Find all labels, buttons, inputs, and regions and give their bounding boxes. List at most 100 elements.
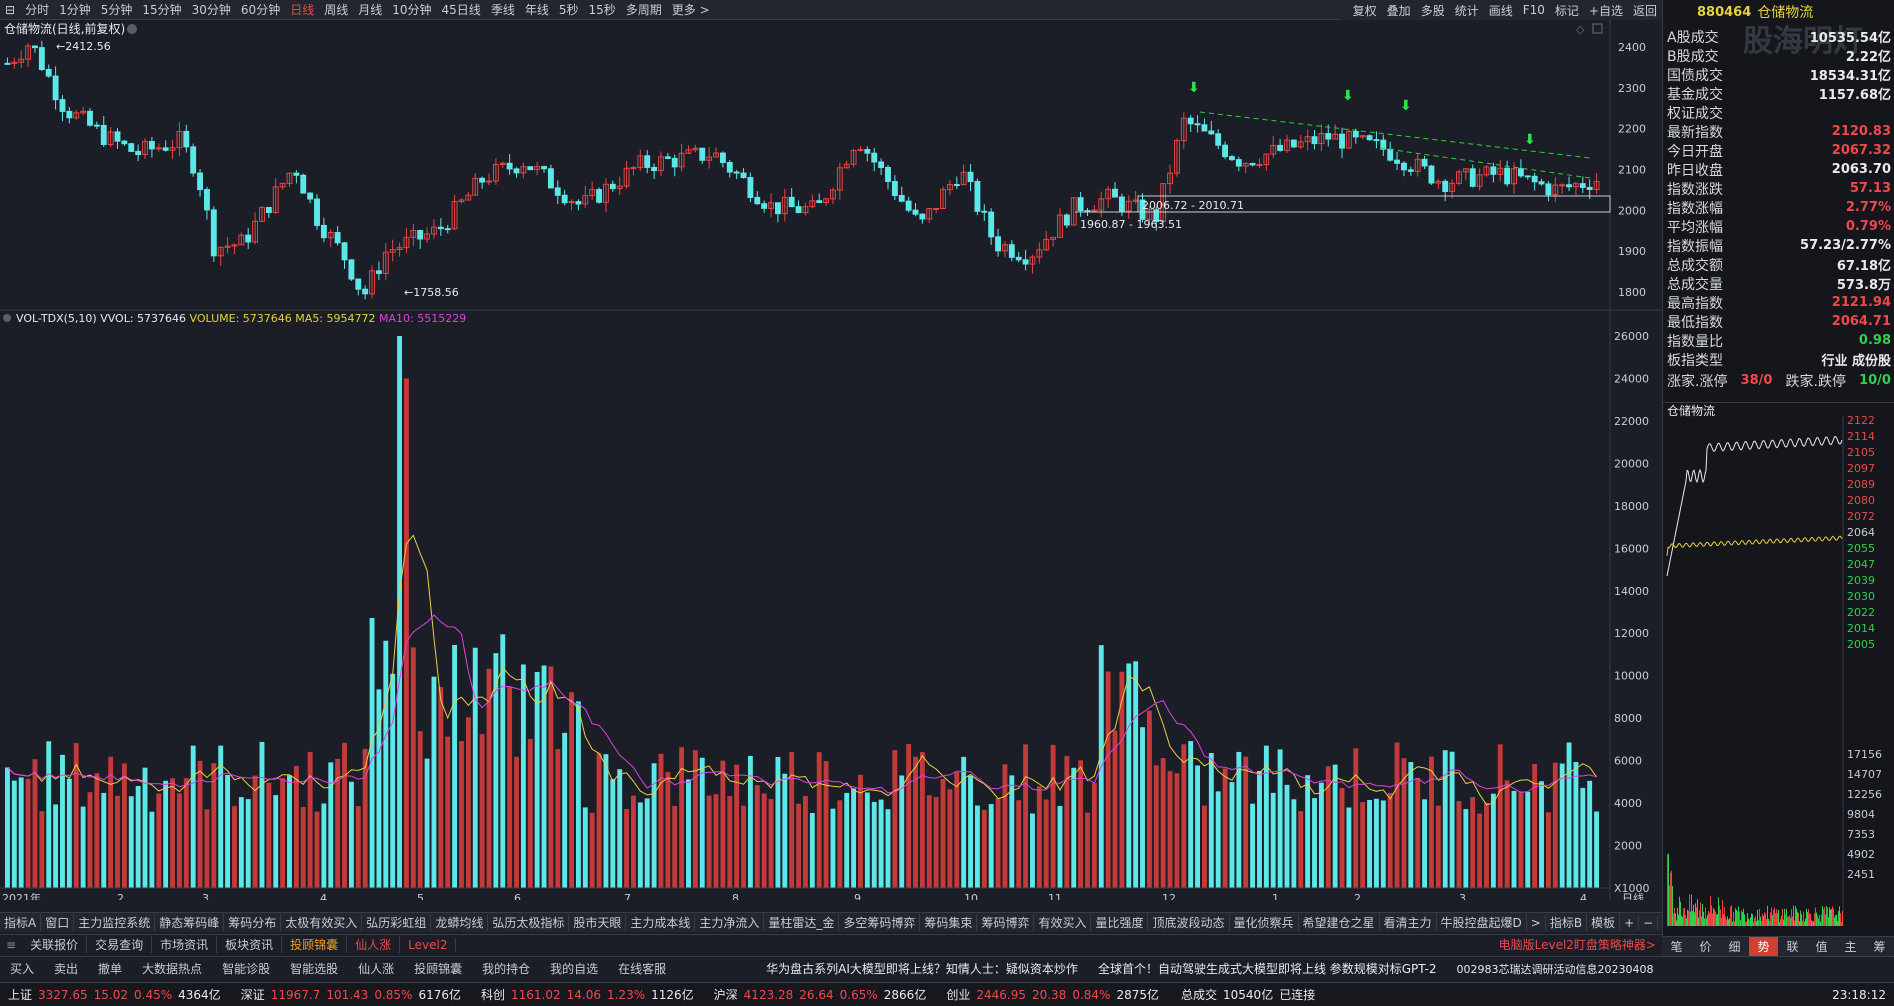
tool-button[interactable]: 标记 <box>1550 2 1584 19</box>
volume-bar <box>18 777 24 888</box>
toolbar-button[interactable]: 撤单 <box>88 960 132 977</box>
news-ticker[interactable]: 全球首个！自动驾驶生成式大模型即将上线 参数规模对标GPT-2 <box>1088 960 1447 977</box>
bottom-tab[interactable]: 市场资讯 <box>152 936 218 953</box>
settings-icon[interactable] <box>127 24 137 34</box>
period-tab[interactable]: 日线 <box>285 1 319 18</box>
indicator-tab[interactable]: + <box>1620 915 1640 930</box>
mini-vol-bar <box>1830 909 1831 926</box>
candle-body <box>891 180 898 197</box>
index-quote[interactable]: 深证 11967.7 101.43 0.85% 6176亿 <box>241 986 467 1003</box>
tool-button[interactable]: +自选 <box>1584 2 1628 19</box>
tool-button[interactable]: 统计 <box>1450 2 1484 19</box>
candle-body <box>905 200 912 211</box>
side-tab[interactable]: 细 <box>1720 937 1749 956</box>
period-tab[interactable]: 周线 <box>319 1 353 18</box>
toolbar-button[interactable]: 智能诊股 <box>212 960 280 977</box>
indicator-tab[interactable]: 多空筹码博弈 <box>839 914 921 931</box>
index-quote[interactable]: 上证 3327.65 15.02 0.45% 4364亿 <box>8 986 227 1003</box>
side-tab[interactable]: 值 <box>1807 937 1836 956</box>
period-tab[interactable]: 45日线 <box>437 1 486 18</box>
collapse-icon[interactable]: ≡ <box>0 938 22 952</box>
indicator-tab[interactable]: 指标A <box>0 914 42 931</box>
indicator-tab[interactable]: 量化侦察兵 <box>1230 914 1299 931</box>
period-tab[interactable]: 60分钟 <box>236 1 285 18</box>
bottom-tab[interactable]: Level2 <box>400 937 457 952</box>
indicator-tab[interactable]: 静态筹码峰 <box>155 914 225 931</box>
side-tab[interactable]: 笔 <box>1662 937 1691 956</box>
period-tab[interactable]: 10分钟 <box>387 1 436 18</box>
indicator-tab[interactable]: 筹码集束 <box>920 914 978 931</box>
bottom-tab[interactable]: 板块资讯 <box>217 936 283 953</box>
promo-link[interactable]: 电脑版Level2盯盘策略神器> <box>1499 936 1662 953</box>
indicator-tab[interactable]: 指标B <box>1546 914 1588 931</box>
side-tab[interactable]: 价 <box>1691 937 1720 956</box>
indicator-tab[interactable]: 顶底波段动态 <box>1148 914 1230 931</box>
period-tab[interactable]: 5分钟 <box>96 1 138 18</box>
indicator-tab[interactable]: 量柱雷达_金 <box>764 914 840 931</box>
vol-settings-icon[interactable] <box>3 314 11 322</box>
side-tab[interactable]: 主 <box>1836 937 1865 956</box>
period-tab[interactable]: 15分钟 <box>137 1 186 18</box>
toolbar-button[interactable]: 卖出 <box>44 960 88 977</box>
index-quote[interactable]: 科创 1161.02 14.06 1.23% 1126亿 <box>481 986 700 1003</box>
indicator-tab[interactable]: − <box>1639 915 1659 930</box>
period-tab[interactable]: 季线 <box>486 1 520 18</box>
toolbar-button[interactable]: 投顾锦囊 <box>404 960 472 977</box>
kline-chart[interactable]: 仓储物流(日线,前复权) ◇ 2400 2300 2200 2100 2000 1900 1… <box>0 20 1662 900</box>
indicator-tab[interactable]: 主力成本线 <box>626 914 696 931</box>
period-tab[interactable]: 多周期 <box>621 1 667 18</box>
indicator-tab[interactable]: 希望建仓之星 <box>1299 914 1380 931</box>
bottom-tab[interactable]: 交易查询 <box>87 936 153 953</box>
index-quote[interactable]: 创业 2446.95 20.38 0.84% 2875亿 <box>946 986 1165 1003</box>
period-tab[interactable]: 30分钟 <box>187 1 236 18</box>
indicator-tab[interactable]: 窗口 <box>41 914 75 931</box>
window-menu-icon[interactable]: ⊟ <box>0 3 20 17</box>
tool-button[interactable]: F10 <box>1518 3 1550 17</box>
indicator-tab[interactable]: 太极有效买入 <box>281 914 363 931</box>
period-tab[interactable]: 年线 <box>520 1 554 18</box>
tool-button[interactable]: 画线 <box>1484 2 1518 19</box>
tool-button[interactable]: 返回 <box>1628 2 1662 19</box>
toolbar-button[interactable]: 我的持仓 <box>472 960 540 977</box>
index-quote[interactable]: 沪深 4123.28 26.64 0.65% 2866亿 <box>714 986 933 1003</box>
mini-chart[interactable]: 2122 2114 2105 2097 2089 2080 2072 2064 2055 2047… <box>1663 416 1894 936</box>
indicator-tab[interactable]: 筹码博弈 <box>977 914 1035 931</box>
period-tab[interactable]: 分时 <box>20 1 54 18</box>
side-tab[interactable]: 势 <box>1749 937 1778 956</box>
bottom-tab[interactable]: 关联报价 <box>22 936 88 953</box>
tool-button[interactable]: 叠加 <box>1382 2 1416 19</box>
toolbar-button[interactable]: 大数据热点 <box>132 960 212 977</box>
toolbar-button[interactable]: 买入 <box>0 960 44 977</box>
news-ticker[interactable]: 002983芯瑞达调研活动信息20230408 <box>1446 961 1663 977</box>
indicator-tab[interactable]: > <box>1527 915 1546 930</box>
indicator-tab[interactable]: 股市天眼 <box>569 914 627 931</box>
indicator-tab[interactable]: 弘历彩虹组 <box>362 914 432 931</box>
period-tab[interactable]: 1分钟 <box>54 1 96 18</box>
period-tab[interactable]: 月线 <box>353 1 387 18</box>
indicator-tab[interactable]: 筹码分布 <box>224 914 282 931</box>
toolbar-button[interactable]: 在线客服 <box>608 960 676 977</box>
toolbar-button[interactable]: 我的自选 <box>540 960 608 977</box>
indicator-tab[interactable]: 牛股控盘起爆D <box>1437 914 1527 931</box>
indicator-tab[interactable]: 量比强度 <box>1091 914 1149 931</box>
indicator-tab[interactable]: 有效买入 <box>1034 914 1092 931</box>
period-tab[interactable]: 15秒 <box>583 1 620 18</box>
side-tab[interactable]: 筹 <box>1865 937 1894 956</box>
tool-button[interactable]: 多股 <box>1416 2 1450 19</box>
indicator-tab[interactable]: 龙蟒均线 <box>431 914 489 931</box>
indicator-tab[interactable]: 弘历太极指标 <box>488 914 570 931</box>
tool-button[interactable]: 复权 <box>1348 2 1382 19</box>
indicator-tab[interactable]: 看清主力 <box>1380 914 1437 931</box>
bottom-tab[interactable]: 仙人涨 <box>347 936 401 953</box>
indicator-tab[interactable]: 主力监控系统 <box>74 914 156 931</box>
toolbar-button[interactable]: 仙人涨 <box>348 960 404 977</box>
indicator-tab[interactable]: 主力净流入 <box>695 914 765 931</box>
side-tab[interactable]: 联 <box>1778 937 1807 956</box>
period-tab[interactable]: 更多 > <box>667 1 715 18</box>
period-tab[interactable]: 5秒 <box>554 1 584 18</box>
bottom-tab[interactable]: 投顾锦囊 <box>282 936 348 953</box>
toolbar-button[interactable]: 智能选股 <box>280 960 348 977</box>
indicator-tab[interactable]: 模板 <box>1587 914 1621 931</box>
diamond-icon[interactable]: ◇ <box>1576 23 1585 36</box>
news-ticker[interactable]: 华为盘古系列AI大模型即将上线？知情人士：疑似资本炒作 <box>756 960 1088 977</box>
